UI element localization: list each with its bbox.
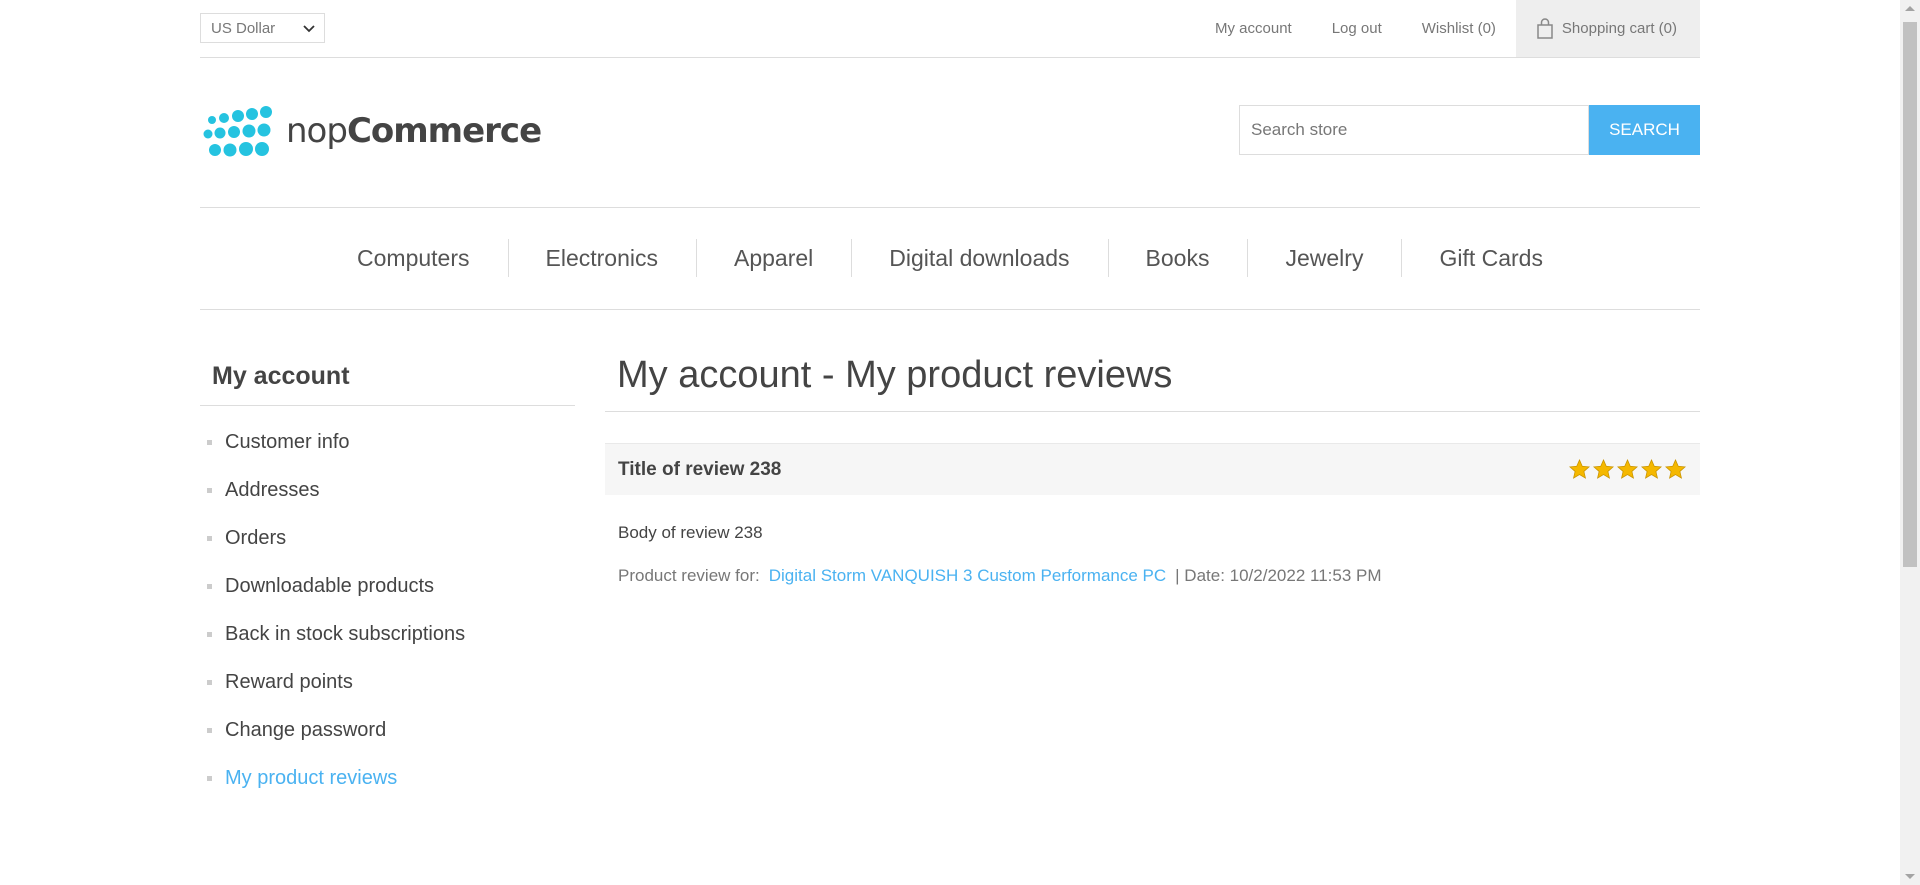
scroll-down-arrow-icon[interactable] (1905, 874, 1915, 879)
sidebar-item-my-product-reviews: My product reviews (200, 754, 575, 802)
search-box: SEARCH (1239, 105, 1700, 155)
logo-text: nopCommerce (286, 111, 542, 151)
sidebar-link-back-in-stock[interactable]: Back in stock subscriptions (225, 623, 465, 646)
sidebar-link-orders[interactable]: Orders (225, 527, 286, 550)
chevron-down-icon (303, 25, 315, 33)
sidebar-item-back-in-stock: Back in stock subscriptions (200, 610, 575, 658)
review-body: Body of review 238 (618, 523, 763, 542)
scroll-thumb[interactable] (1903, 22, 1917, 567)
search-button[interactable]: SEARCH (1589, 105, 1700, 155)
star-icon (1592, 458, 1615, 479)
sidebar-link-my-product-reviews[interactable]: My product reviews (225, 767, 397, 790)
menu-item-digital-downloads[interactable]: Digital downloads (851, 239, 1107, 277)
bullet-icon (207, 535, 212, 541)
wishlist-link[interactable]: Wishlist (0) (1422, 20, 1496, 37)
star-icon (1616, 458, 1639, 479)
menu-item-electronics[interactable]: Electronics (507, 239, 696, 277)
store-logo[interactable]: nopCommerce (202, 104, 542, 158)
scroll-up-arrow-icon[interactable] (1905, 6, 1915, 11)
review-product-label: Product review for: (618, 566, 760, 585)
sidebar-item-change-password: Change password (200, 706, 575, 754)
sidebar-title: My account (200, 355, 575, 406)
page-title: My account - My product reviews (605, 350, 1700, 412)
bullet-icon (207, 439, 212, 445)
bullet-icon (207, 775, 212, 781)
sidebar-link-addresses[interactable]: Addresses (225, 479, 320, 502)
review-rating (1568, 458, 1687, 481)
header-links-bar: US Dollar My account Log out Wishlist (0… (200, 0, 1700, 58)
top-menu: Computers Electronics Apparel Digital do… (200, 208, 1700, 310)
menu-item-books[interactable]: Books (1107, 239, 1248, 277)
menu-item-jewelry[interactable]: Jewelry (1247, 239, 1401, 277)
bullet-icon (207, 487, 212, 493)
my-account-link[interactable]: My account (1215, 20, 1292, 37)
bullet-icon (207, 727, 212, 733)
sidebar-link-change-password[interactable]: Change password (225, 719, 386, 742)
star-icon (1568, 458, 1591, 479)
currency-selector[interactable]: US Dollar (200, 13, 325, 43)
header-main: nopCommerce SEARCH (200, 58, 1700, 208)
sidebar-link-reward-points[interactable]: Reward points (225, 671, 353, 694)
page-scrollbar[interactable] (1900, 0, 1920, 885)
menu-item-computers[interactable]: Computers (319, 245, 507, 272)
menu-item-apparel[interactable]: Apparel (695, 239, 851, 277)
star-icon (1664, 458, 1687, 479)
sidebar-link-downloadable-products[interactable]: Downloadable products (225, 575, 434, 598)
bullet-icon (207, 679, 212, 685)
star-icon (1640, 458, 1663, 479)
review-info: Product review for: Digital Storm VANQUIS… (605, 543, 1700, 586)
bullet-icon (207, 631, 212, 637)
sidebar-item-orders: Orders (200, 514, 575, 562)
log-out-link[interactable]: Log out (1332, 20, 1382, 37)
review-product-link[interactable]: Digital Storm VANQUISH 3 Custom Performa… (769, 566, 1166, 585)
top-links: My account Log out Wishlist (0) Shopping… (1195, 0, 1700, 57)
sidebar-nav: Customer info Addresses Orders Downloada… (200, 418, 575, 802)
sidebar-item-reward-points: Reward points (200, 658, 575, 706)
review-header: Title of review 238 (605, 443, 1700, 495)
sidebar-item-addresses: Addresses (200, 466, 575, 514)
account-sidebar: My account Customer info Addresses Order… (200, 355, 575, 802)
bullet-icon (207, 583, 212, 589)
review-date: | Date: 10/2/2022 11:53 PM (1175, 566, 1382, 585)
shopping-cart-label: Shopping cart (0) (1561, 20, 1677, 37)
sidebar-item-customer-info: Customer info (200, 418, 575, 466)
shopping-cart-link[interactable]: Shopping cart (0) (1515, 0, 1700, 57)
main-content: My account - My product reviews Title of… (605, 350, 1700, 586)
search-input[interactable] (1239, 105, 1589, 155)
logo-text-suffix: Commerce (346, 111, 542, 151)
nopcommerce-logo-icon (203, 106, 272, 157)
logo-text-prefix: nop (286, 111, 348, 151)
shopping-bag-icon (1537, 17, 1553, 39)
review-title: Title of review 238 (618, 458, 782, 480)
sidebar-link-customer-info[interactable]: Customer info (225, 431, 350, 454)
sidebar-item-downloadable-products: Downloadable products (200, 562, 575, 610)
currency-value: US Dollar (211, 20, 276, 37)
menu-item-gift-cards[interactable]: Gift Cards (1401, 239, 1581, 277)
